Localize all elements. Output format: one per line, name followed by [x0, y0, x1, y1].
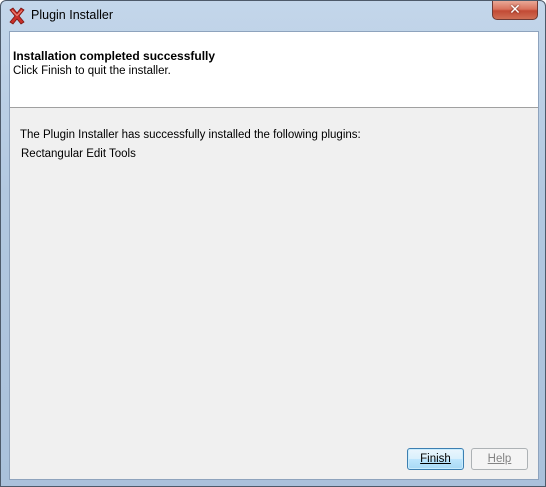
success-message: The Plugin Installer has successfully in… [20, 129, 361, 141]
help-button-label: Help [487, 453, 512, 465]
plugin-list-item: Rectangular Edit Tools [21, 148, 136, 160]
installer-content: Installation completed successfully Clic… [9, 31, 539, 480]
header-title: Installation completed successfully [13, 49, 216, 63]
help-button[interactable]: Help [471, 448, 528, 470]
close-button[interactable]: ✕ [492, 1, 538, 20]
finish-button[interactable]: Finish [407, 448, 464, 470]
header-subtitle: Click Finish to quit the installer. [13, 65, 171, 77]
header-panel: Installation completed successfully Clic… [10, 32, 538, 108]
plugin-installer-x-icon [8, 7, 26, 25]
window-title: Plugin Installer [31, 8, 113, 22]
title-bar[interactable]: Plugin Installer ✕ [1, 1, 545, 31]
finish-button-label: Finish [420, 453, 451, 465]
plugin-installer-window: Plugin Installer ✕ Installation complete… [0, 0, 546, 487]
close-icon: ✕ [509, 2, 521, 18]
